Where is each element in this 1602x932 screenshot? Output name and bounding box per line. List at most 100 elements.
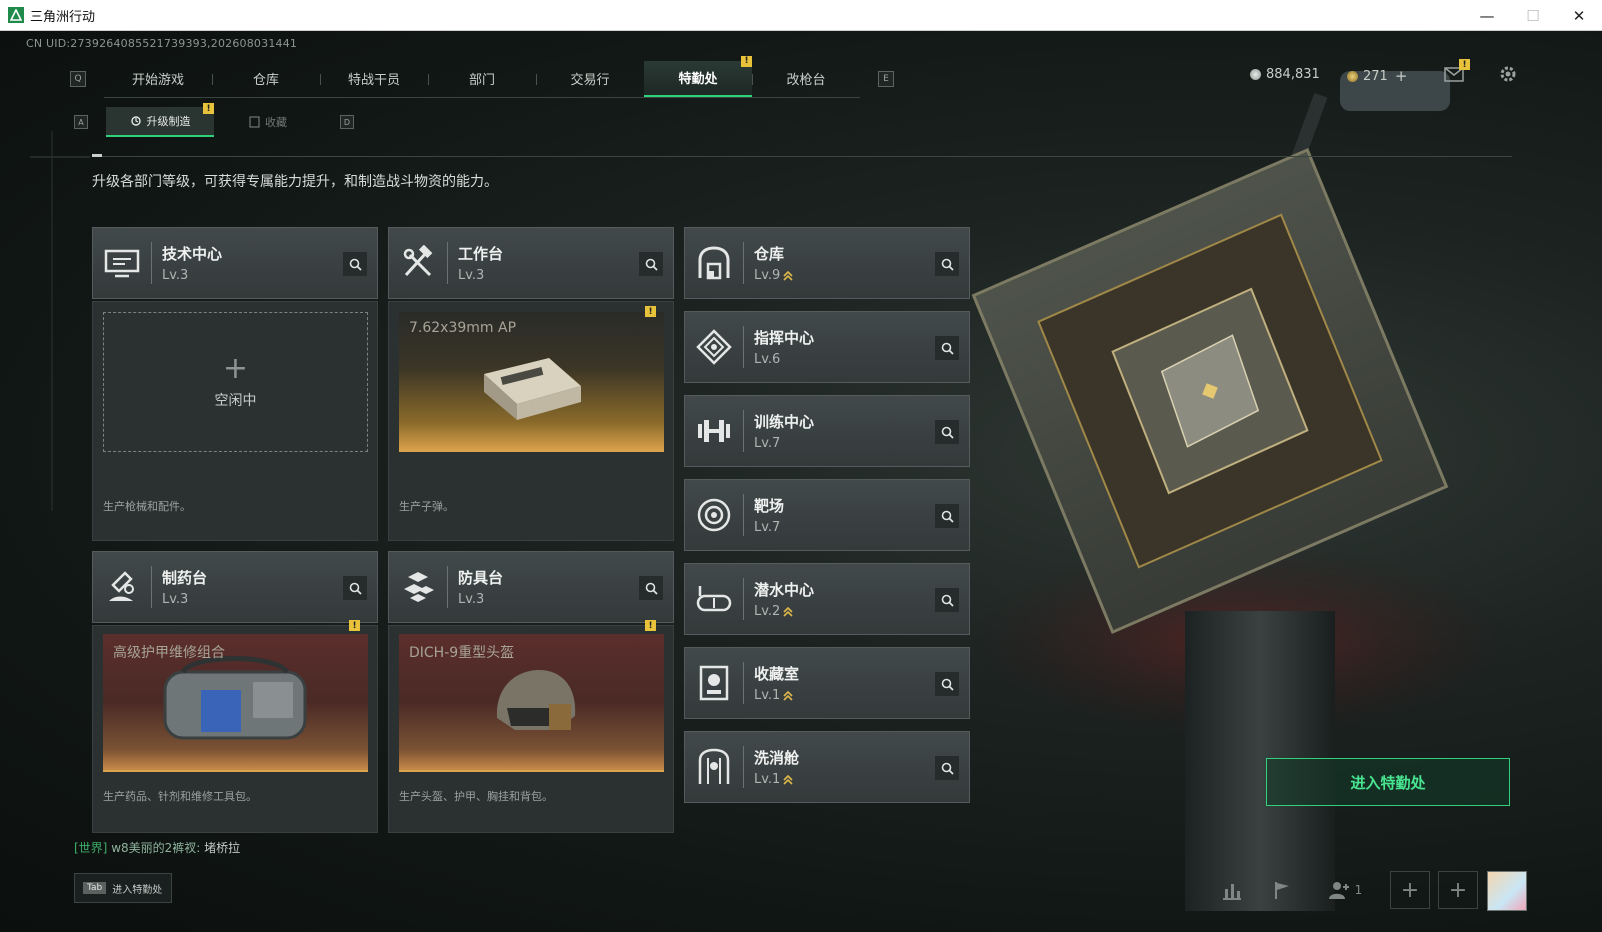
collection-room-icon	[685, 647, 743, 719]
tab-department[interactable]: 部门	[428, 61, 536, 97]
tech-center-level: Lv.3	[162, 268, 189, 283]
tab-enter-hint-button[interactable]: Tab 进入特勤处	[74, 873, 172, 903]
upgrade-arrow-icon	[783, 690, 793, 702]
tab-start-game[interactable]: 开始游戏	[104, 61, 212, 97]
tab-operators[interactable]: 特战干员	[320, 61, 428, 97]
sub-nav: A 升级制造 ! 收藏 D	[74, 103, 354, 137]
craft-icon	[130, 115, 142, 127]
command-center-search-button[interactable]	[935, 336, 959, 360]
gold-coin-icon	[1347, 70, 1358, 82]
settings-button[interactable]	[1497, 63, 1519, 85]
facility-card-tech-center[interactable]: 技术中心 Lv.3	[92, 227, 378, 299]
gold-currency[interactable]: 271 +	[1347, 67, 1407, 85]
close-button[interactable]: ✕	[1556, 0, 1602, 31]
squad-slot-2[interactable]: +	[1438, 871, 1478, 909]
armor-bench-product-slot[interactable]: DICH-9重型头盔	[399, 634, 664, 772]
workbench-note: 生产子弹。	[399, 500, 454, 513]
pharmacy-product-slot[interactable]: 高级护甲维修组合	[103, 634, 368, 772]
mail-button[interactable]: !	[1443, 59, 1470, 85]
add-teammate-button[interactable]: +	[1390, 871, 1430, 909]
pharmacy-level: Lv.3	[162, 592, 189, 607]
squad-button[interactable]: 1	[1320, 871, 1370, 909]
flag-button[interactable]	[1262, 871, 1302, 909]
world-chat-line[interactable]: [世界] w8美丽的2裤衩: 堵桥拉	[74, 839, 240, 856]
nav-prev-key[interactable]: Q	[70, 71, 86, 87]
search-icon	[645, 258, 658, 271]
search-icon	[941, 426, 954, 439]
shooting-range-search-button[interactable]	[935, 504, 959, 528]
silver-coin-icon	[1250, 69, 1261, 80]
facility-card-command-center[interactable]: 指挥中心 Lv.6	[684, 311, 970, 383]
workbench-level: Lv.3	[458, 268, 485, 283]
main-nav-tabs: 开始游戏 仓库 特战干员 部门 交易行 特勤处 ! 改枪台	[104, 55, 860, 98]
decontamination-search-button[interactable]	[935, 756, 959, 780]
facility-card-pharmacy[interactable]: 制药台 Lv.3	[92, 551, 378, 623]
tech-center-status: 空闲中	[214, 393, 257, 409]
facility-card-decontamination[interactable]: 洗消舱 Lv.1	[684, 731, 970, 803]
training-center-icon	[685, 395, 743, 467]
workbench-product-slot[interactable]: 7.62x39mm AP	[399, 312, 664, 452]
tab-trade[interactable]: 交易行	[536, 61, 644, 97]
player-avatar-button[interactable]	[1487, 871, 1527, 911]
enter-special-ops-button[interactable]: 进入特勤处	[1266, 758, 1510, 806]
facility-card-training-center[interactable]: 训练中心 Lv.7	[684, 395, 970, 467]
pharmacy-search-button[interactable]	[343, 576, 367, 600]
upgrade-craft-alert-badge: !	[203, 103, 214, 114]
warehouse-icon	[685, 227, 743, 299]
collection-icon	[249, 116, 260, 128]
tech-center-idle-slot[interactable]: + 空闲中	[103, 312, 368, 452]
collection-room-search-button[interactable]	[935, 672, 959, 696]
collection-room-level: Lv.1	[754, 688, 781, 703]
pharmacy-icon	[93, 551, 151, 623]
armor-bench-level: Lv.3	[458, 592, 485, 607]
facility-card-workbench[interactable]: 工作台 Lv.3	[388, 227, 674, 299]
armor-bench-body: DICH-9重型头盔 ! 生产头盔、护甲、胸挂和背包。	[388, 620, 674, 833]
subnav-next-key[interactable]: D	[340, 115, 354, 129]
tech-center-icon	[93, 227, 151, 299]
squad-icon	[1328, 882, 1349, 899]
add-craft-icon: +	[222, 351, 249, 386]
chat-channel: [世界]	[74, 841, 108, 855]
facility-card-shooting-range[interactable]: 靶场 Lv.7	[684, 479, 970, 551]
training-center-search-button[interactable]	[935, 420, 959, 444]
facility-card-diving-center[interactable]: 潜水中心 Lv.2	[684, 563, 970, 635]
diving-center-search-button[interactable]	[935, 588, 959, 612]
workbench-product-name: 7.62x39mm AP	[409, 320, 517, 336]
facility-card-warehouse[interactable]: 仓库 Lv.9	[684, 227, 970, 299]
chat-message: 堵桥拉	[204, 841, 241, 855]
tab-special-ops[interactable]: 特勤处 !	[644, 55, 752, 97]
silver-currency: 884,831	[1250, 67, 1320, 82]
search-icon	[349, 582, 362, 595]
maximize-button[interactable]: ☐	[1510, 0, 1556, 31]
nav-next-key[interactable]: E	[878, 71, 894, 87]
subnav-prev-key[interactable]: A	[74, 115, 88, 129]
tech-center-search-button[interactable]	[343, 252, 367, 276]
tab-warehouse[interactable]: 仓库	[212, 61, 320, 97]
stats-button[interactable]	[1212, 871, 1252, 909]
search-icon	[941, 762, 954, 775]
facility-card-collection-room[interactable]: 收藏室 Lv.1	[684, 647, 970, 719]
tab-gunsmith[interactable]: 改枪台	[752, 61, 860, 97]
add-teammate-button-2[interactable]: +	[1438, 871, 1478, 909]
tab-upgrade-craft[interactable]: 升级制造 !	[106, 103, 214, 137]
tab-collection[interactable]: 收藏	[214, 107, 322, 137]
diving-center-level-row: Lv.2	[754, 604, 814, 619]
minimize-button[interactable]: —	[1464, 0, 1510, 31]
armor-bench-search-button[interactable]	[639, 576, 663, 600]
chat-user: w8美丽的2裤衩:	[111, 841, 201, 855]
workbench-alert-badge: !	[645, 306, 656, 317]
workbench-search-button[interactable]	[639, 252, 663, 276]
command-center-level: Lv.6	[754, 352, 781, 367]
tab-collection-label: 收藏	[265, 116, 287, 129]
divider-tick	[92, 154, 102, 157]
warehouse-search-button[interactable]	[935, 252, 959, 276]
search-icon	[941, 510, 954, 523]
decontamination-level: Lv.1	[754, 772, 781, 787]
search-icon	[941, 258, 954, 271]
squad-slot-1[interactable]: +	[1390, 871, 1430, 909]
decontamination-level-row: Lv.1	[754, 772, 799, 787]
add-currency-button[interactable]: +	[1395, 67, 1408, 85]
armor-bench-icon	[389, 551, 447, 623]
tech-center-note: 生产枪械和配件。	[103, 500, 191, 513]
facility-card-armor-bench[interactable]: 防具台 Lv.3	[388, 551, 674, 623]
